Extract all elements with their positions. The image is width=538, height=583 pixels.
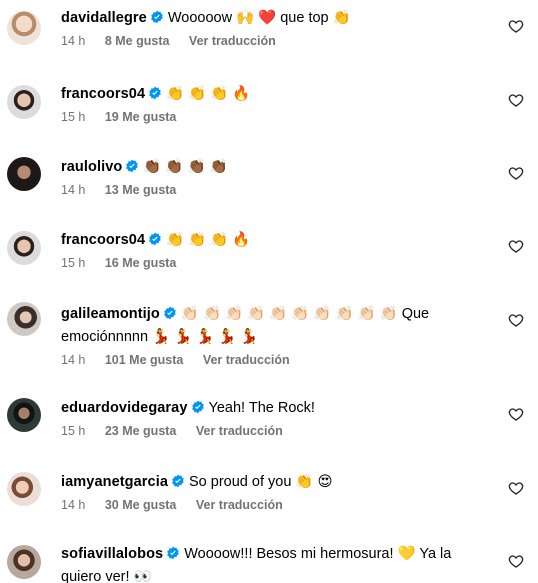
verified-badge-icon: [191, 400, 204, 414]
like-heart-icon[interactable]: [508, 92, 524, 108]
comment-meta: 15 h 19 Me gusta: [61, 110, 498, 124]
comment-username[interactable]: galileamontijo: [61, 306, 160, 322]
comment-text: Yeah! The Rock!: [208, 400, 315, 416]
comment-username[interactable]: francoors04: [61, 232, 145, 248]
comment-text: 👏 👏 👏 🔥: [166, 232, 251, 248]
comment-item: galileamontijo 👏🏻 👏🏻 👏🏻 👏🏻 👏🏻 👏🏻 👏🏻 👏🏻 👏🏻…: [0, 302, 538, 382]
comment-text: Wooooow 🙌 ❤️ que top 👏: [167, 10, 351, 26]
see-translation-button[interactable]: Ver traducción: [196, 498, 283, 512]
verified-badge-icon: [126, 159, 139, 173]
avatar[interactable]: [7, 11, 41, 45]
comment-item: iamyanetgarcia So proud of you 👏 😍 14 h 3…: [0, 470, 538, 536]
comment-username[interactable]: raulolivo: [61, 159, 122, 175]
comment-username[interactable]: francoors04: [61, 86, 145, 102]
avatar[interactable]: [7, 157, 41, 191]
avatar[interactable]: [7, 85, 41, 119]
verified-badge-icon: [149, 86, 161, 100]
comment-time: 15 h: [61, 110, 86, 124]
comment-username[interactable]: eduardovidegaray: [61, 400, 188, 416]
comment-item: davidallegre Wooooow 🙌 ❤️ que top 👏 14 h …: [0, 7, 538, 73]
verified-badge-icon: [167, 546, 180, 560]
comment-text: 👏 👏 👏 🔥: [166, 86, 251, 102]
comment-time: 14 h: [61, 353, 86, 367]
avatar[interactable]: [7, 302, 41, 336]
like-heart-icon[interactable]: [508, 553, 524, 569]
likes-count-button[interactable]: 30 Me gusta: [105, 498, 177, 512]
verified-badge-icon: [149, 232, 161, 246]
see-translation-button[interactable]: Ver traducción: [203, 353, 290, 367]
comment-time: 15 h: [61, 256, 86, 270]
likes-count-button[interactable]: 16 Me gusta: [105, 256, 177, 270]
comment-meta: 14 h 101 Me gusta Ver traducción: [61, 353, 498, 367]
comment-item: eduardovidegaray Yeah! The Rock! 15 h 23 …: [0, 396, 538, 462]
avatar[interactable]: [7, 231, 41, 265]
comment-time: 14 h: [61, 183, 86, 197]
see-translation-button[interactable]: Ver traducción: [196, 424, 283, 438]
comment-meta: 14 h 30 Me gusta Ver traducción: [61, 498, 498, 512]
likes-count-button[interactable]: 19 Me gusta: [105, 110, 177, 124]
comment-text: So proud of you 👏 😍: [189, 474, 333, 490]
comment-item: francoors04 👏 👏 👏 🔥 15 h 16 Me gusta: [0, 228, 538, 294]
avatar[interactable]: [7, 545, 41, 579]
comment-item: sofiavillalobos Woooow!!! Besos mi hermos…: [0, 543, 538, 583]
comment-meta: 14 h 13 Me gusta: [61, 183, 498, 197]
comment-username[interactable]: davidallegre: [61, 10, 147, 26]
likes-count-button[interactable]: 13 Me gusta: [105, 183, 177, 197]
comment-meta: 15 h 16 Me gusta: [61, 256, 498, 270]
see-translation-button[interactable]: Ver traducción: [189, 34, 276, 48]
comment-username[interactable]: sofiavillalobos: [61, 546, 163, 562]
comment-meta: 14 h 8 Me gusta Ver traducción: [61, 34, 498, 48]
verified-badge-icon: [164, 306, 176, 320]
comment-time: 14 h: [61, 498, 86, 512]
avatar[interactable]: [7, 398, 41, 432]
comment-item: raulolivo 👏🏾 👏🏾 👏🏾 👏🏾 14 h 13 Me gusta: [0, 155, 538, 221]
comment-time: 15 h: [61, 424, 86, 438]
verified-badge-icon: [172, 474, 184, 488]
verified-badge-icon: [151, 10, 163, 24]
like-heart-icon[interactable]: [508, 18, 524, 34]
like-heart-icon[interactable]: [508, 406, 524, 422]
likes-count-button[interactable]: 8 Me gusta: [105, 34, 170, 48]
comment-item: francoors04 👏 👏 👏 🔥 15 h 19 Me gusta: [0, 81, 538, 147]
likes-count-button[interactable]: 101 Me gusta: [105, 353, 184, 367]
like-heart-icon[interactable]: [508, 165, 524, 181]
like-heart-icon[interactable]: [508, 312, 524, 328]
avatar[interactable]: [7, 472, 41, 506]
comment-text: 👏🏾 👏🏾 👏🏾 👏🏾: [143, 159, 228, 175]
comment-time: 14 h: [61, 34, 86, 48]
comment-username[interactable]: iamyanetgarcia: [61, 474, 168, 490]
likes-count-button[interactable]: 23 Me gusta: [105, 424, 177, 438]
like-heart-icon[interactable]: [508, 238, 524, 254]
comment-meta: 15 h 23 Me gusta Ver traducción: [61, 424, 498, 438]
like-heart-icon[interactable]: [508, 480, 524, 496]
